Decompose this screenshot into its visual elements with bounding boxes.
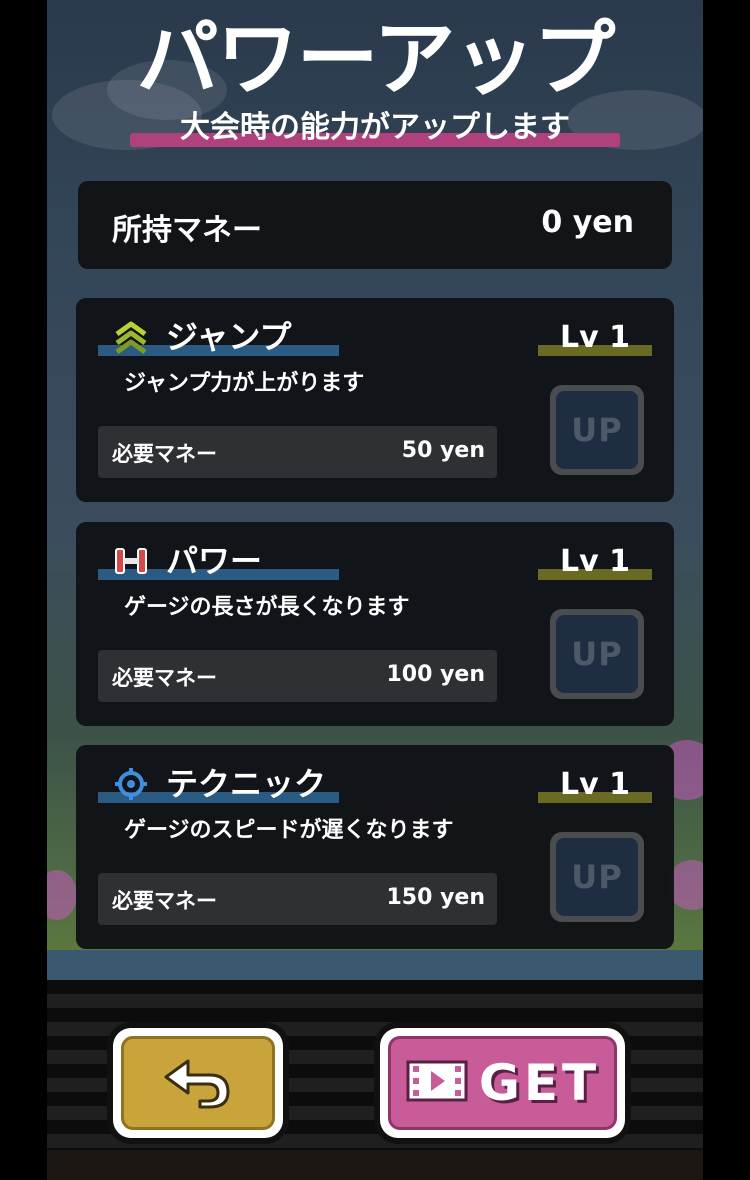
up-button-label: UP [556, 615, 638, 693]
upgrade-description: ゲージの長さが長くなります [124, 595, 410, 620]
upgrade-card-power: パワー Lv 1 ゲージの長さが長くなります 必要マネー 100 yen UP [76, 522, 674, 726]
upgrade-level: Lv 1 [560, 544, 630, 579]
cost-label: 必要マネー [112, 889, 217, 913]
upgrade-name: パワー [166, 542, 263, 580]
wallet-panel: 所持マネー 0 yen [78, 181, 672, 269]
dumbbell-icon [114, 544, 148, 578]
get-button[interactable]: GET [380, 1028, 625, 1138]
upgrade-name: テクニック [166, 765, 327, 803]
wallet-label: 所持マネー [112, 213, 262, 248]
cost-value: 50 yen [401, 438, 485, 463]
upgrade-description: ゲージのスピードが遅くなります [124, 818, 454, 843]
crosshair-icon [114, 767, 148, 801]
cost-label: 必要マネー [112, 442, 217, 466]
wallet-value: 0 yen [541, 205, 634, 240]
page-title: パワーアップ [136, 12, 616, 107]
up-button-jump[interactable]: UP [550, 385, 644, 475]
up-button-label: UP [556, 391, 638, 469]
chevron-up-icon [114, 320, 148, 355]
up-button-label: UP [556, 838, 638, 916]
back-arrow-icon [158, 1051, 238, 1115]
upgrade-description: ジャンプ力が上がります [124, 371, 365, 396]
upgrade-card-jump: ジャンプ Lv 1 ジャンプ力が上がります 必要マネー 50 yen UP [76, 298, 674, 502]
footer-edge [47, 1150, 703, 1180]
film-video-icon [405, 1057, 469, 1109]
cost-panel: 必要マネー 150 yen [98, 873, 497, 925]
back-button[interactable] [113, 1028, 283, 1138]
cost-panel: 必要マネー 50 yen [98, 426, 497, 478]
up-button-power[interactable]: UP [550, 609, 644, 699]
upgrade-name: ジャンプ [166, 318, 292, 356]
cost-label: 必要マネー [112, 666, 217, 690]
upgrade-card-technique: テクニック Lv 1 ゲージのスピードが遅くなります 必要マネー 150 yen… [76, 745, 674, 949]
cost-value: 150 yen [386, 885, 485, 910]
cost-panel: 必要マネー 100 yen [98, 650, 497, 702]
get-button-label: GET [478, 1054, 601, 1112]
page-subtitle: 大会時の能力がアップします [180, 110, 570, 145]
upgrade-level: Lv 1 [560, 320, 630, 355]
upgrade-level: Lv 1 [560, 767, 630, 802]
up-button-technique[interactable]: UP [550, 832, 644, 922]
cost-value: 100 yen [386, 662, 485, 687]
